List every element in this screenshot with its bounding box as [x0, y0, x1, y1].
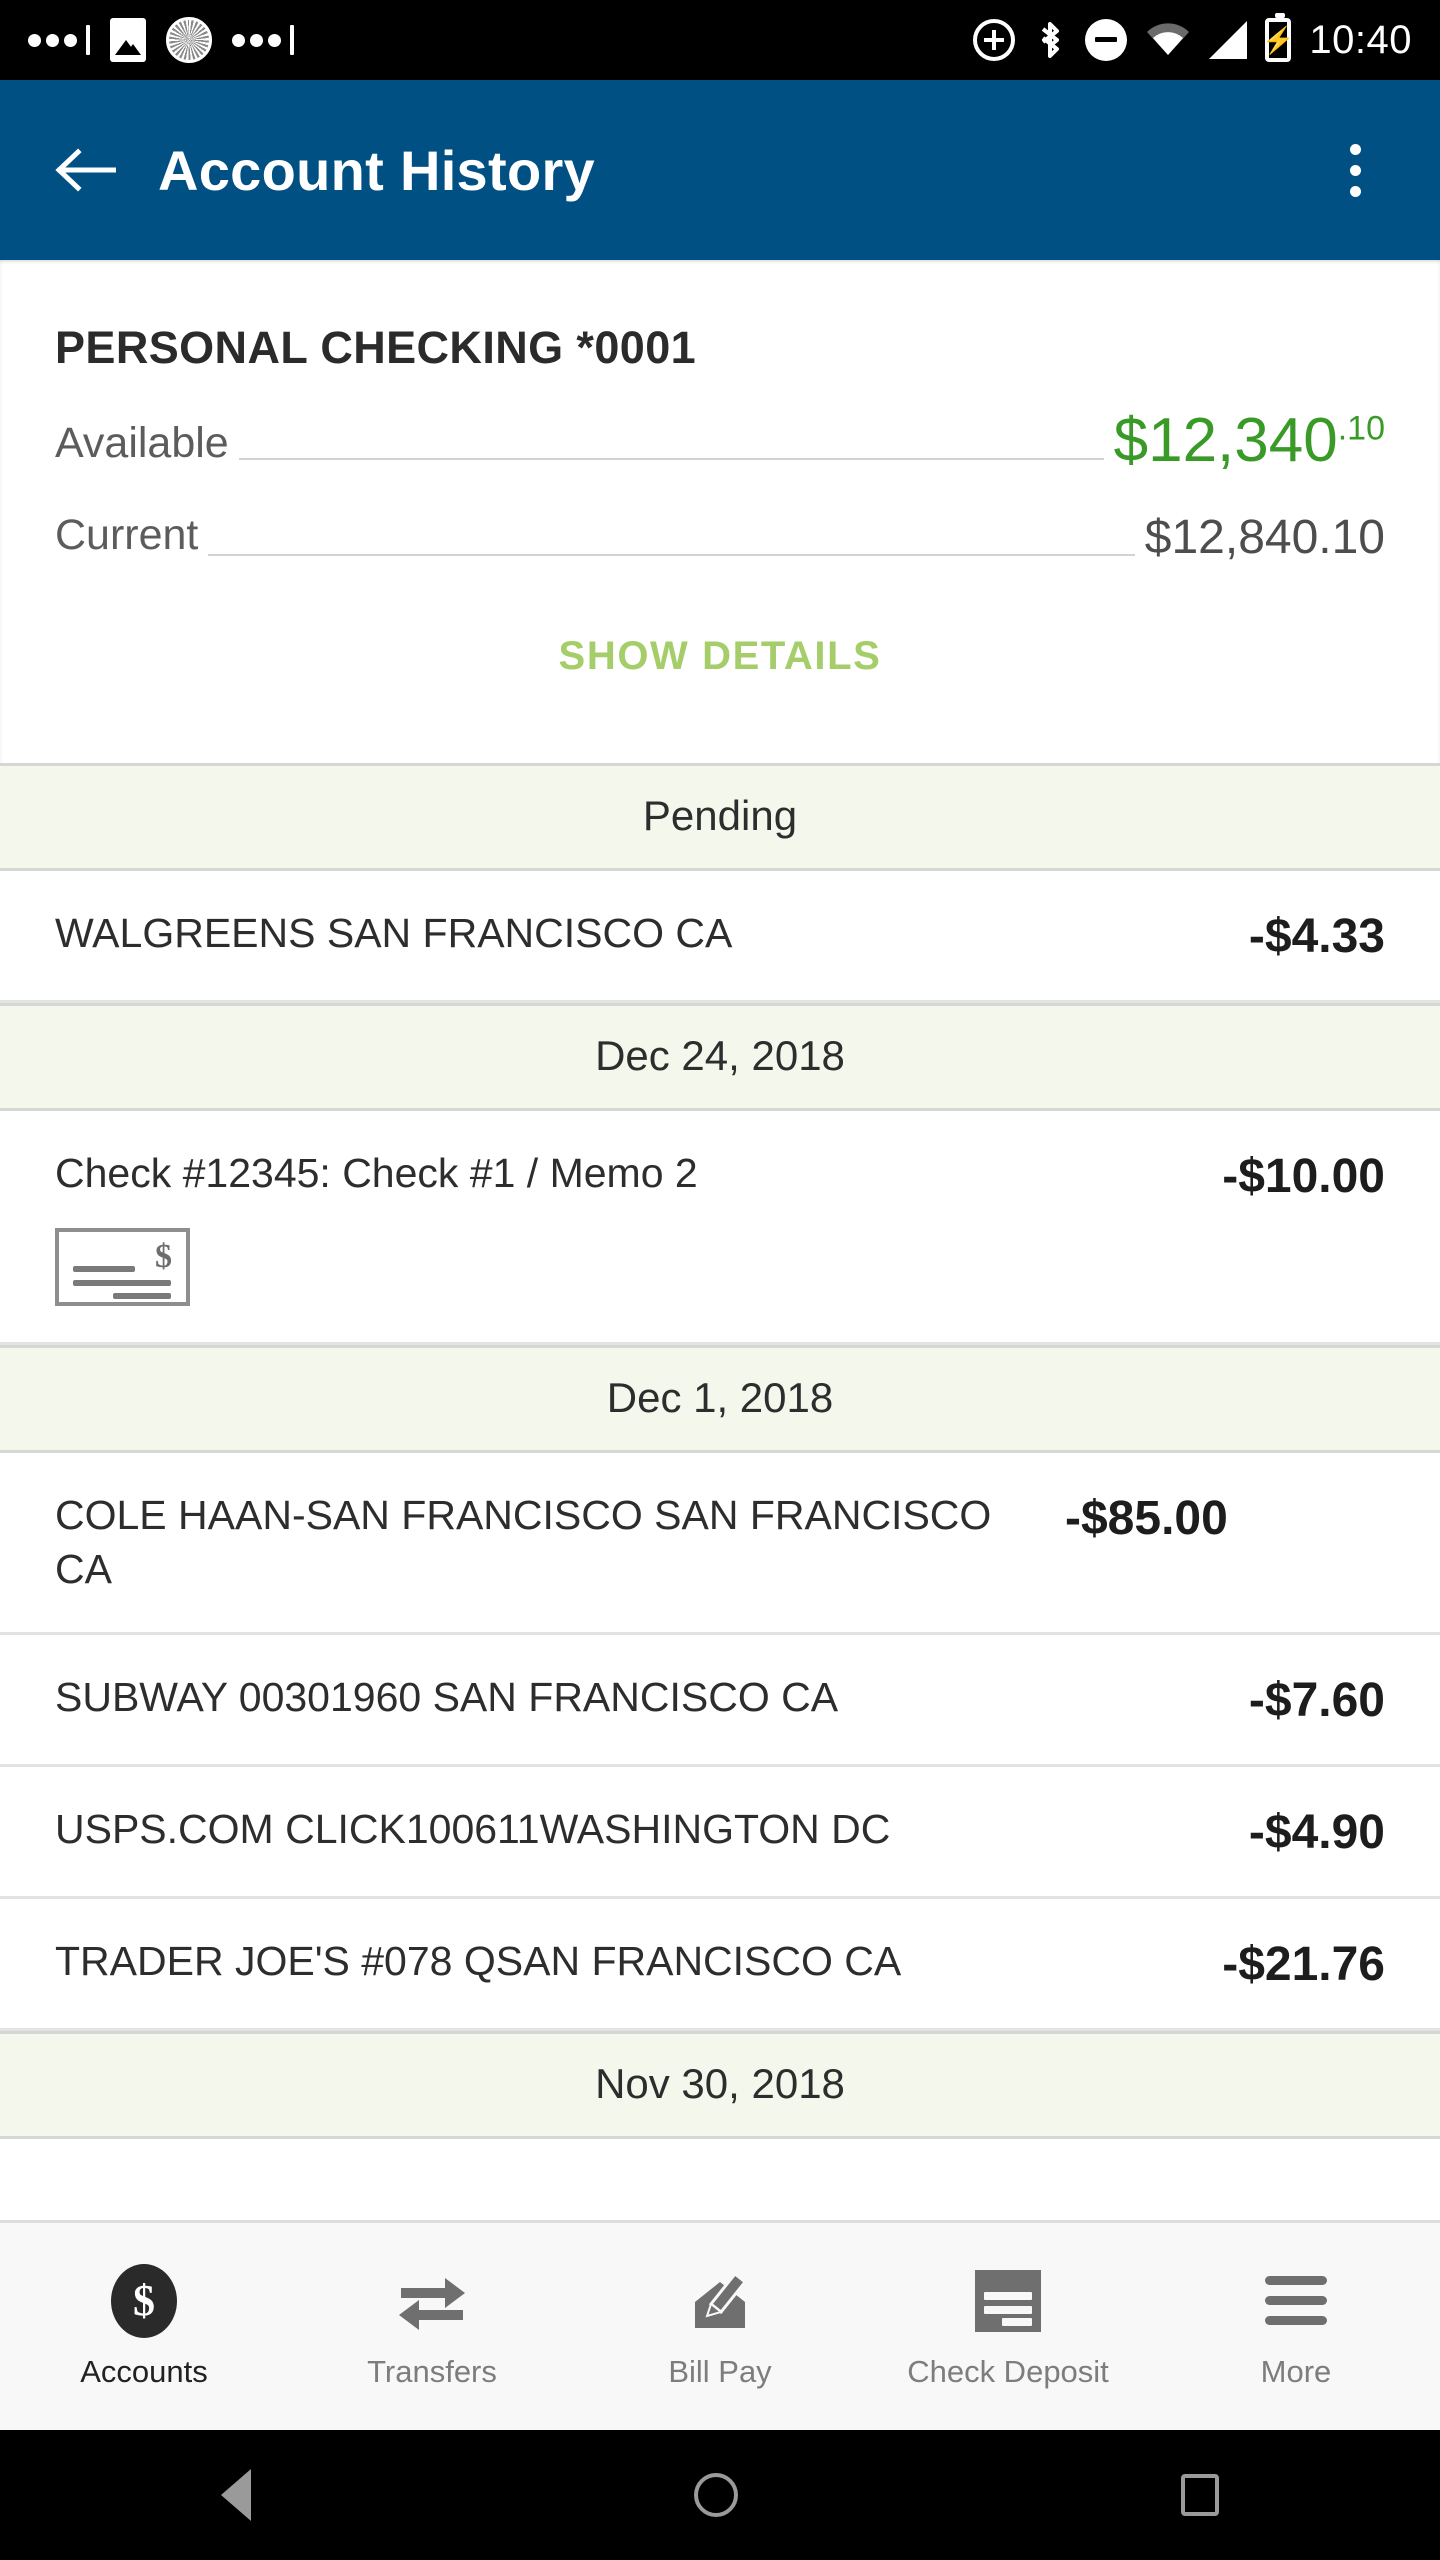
show-details-button[interactable]: SHOW DETAILS	[55, 568, 1385, 763]
tab-transfers[interactable]: Transfers	[288, 2223, 576, 2430]
nav-back-icon[interactable]	[221, 2469, 252, 2521]
transaction-amount: -$4.90	[1248, 1805, 1385, 1859]
bluetooth-icon	[1033, 18, 1067, 62]
transaction-description-text: Check #12345: Check #1 / Memo 2	[55, 1150, 698, 1196]
status-bar-clock: 10:40	[1309, 17, 1412, 62]
more-dots-icon-2	[232, 25, 294, 55]
status-bar-left	[28, 17, 294, 63]
transaction-list[interactable]: Pending WALGREENS SAN FRANCISCO CA -$4.3…	[0, 763, 1440, 2220]
transaction-amount: -$10.00	[1222, 1150, 1385, 1203]
table-row[interactable]: COLE HAAN-SAN FRANCISCO SAN FRANCISCO CA…	[0, 1453, 1440, 1635]
status-bar: ⚡ 10:40	[0, 0, 1440, 80]
available-balance-row: Available $12,340.10	[55, 384, 1385, 476]
section-header-dec24: Dec 24, 2018	[0, 1003, 1440, 1111]
bottom-tab-bar: $ Accounts Transfers Bill Pay Check Depo…	[0, 2220, 1440, 2430]
sync-spinner-icon	[166, 17, 212, 63]
tab-label: More	[1260, 2353, 1332, 2389]
leader-line	[238, 458, 1104, 460]
status-bar-right: ⚡ 10:40	[973, 13, 1412, 63]
transfer-arrows-icon	[393, 2264, 471, 2338]
overflow-menu-button[interactable]	[1320, 130, 1390, 210]
tab-label: Check Deposit	[907, 2353, 1109, 2389]
transaction-description: USPS.COM CLICK100611WASHINGTON DC	[55, 1805, 891, 1852]
tab-label: Accounts	[80, 2353, 208, 2389]
arrow-back-icon	[55, 148, 116, 192]
current-label: Current	[55, 511, 199, 559]
table-row[interactable]: WALGREENS SAN FRANCISCO CA -$4.33	[0, 871, 1440, 1003]
check-image-icon[interactable]: $	[55, 1228, 190, 1307]
transaction-amount: -$85.00	[1065, 1492, 1228, 1546]
account-name: PERSONAL CHECKING *0001	[55, 322, 697, 373]
tab-more[interactable]: More	[1152, 2223, 1440, 2430]
tab-label: Bill Pay	[668, 2353, 772, 2389]
available-amount-dollars: $12,340	[1113, 406, 1338, 475]
dollar-sign-glyph: $	[155, 1238, 172, 1276]
section-header-nov30: Nov 30, 2018	[0, 2030, 1440, 2139]
table-row[interactable]: TRADER JOE'S #078 QSAN FRANCISCO CA -$21…	[0, 1899, 1440, 2031]
add-circle-icon	[973, 19, 1016, 61]
cellular-signal-icon	[1209, 21, 1248, 59]
leader-line-2	[208, 554, 1135, 556]
section-header-dec1: Dec 1, 2018	[0, 1345, 1440, 1454]
available-amount: $12,340.10	[1114, 410, 1385, 476]
android-nav-bar	[0, 2430, 1440, 2560]
account-summary: PERSONAL CHECKING *0001 Available $12,34…	[0, 260, 1440, 763]
transaction-description: COLE HAAN-SAN FRANCISCO SAN FRANCISCO CA	[55, 1492, 992, 1592]
photo-icon	[110, 18, 146, 62]
transaction-description: TRADER JOE'S #078 QSAN FRANCISCO CA	[55, 1937, 902, 1984]
battery-charging-icon: ⚡	[1262, 13, 1295, 62]
tab-check-deposit[interactable]: Check Deposit	[864, 2223, 1152, 2430]
table-row[interactable]: SUBWAY 00301960 SAN FRANCISCO CA -$7.60	[0, 1635, 1440, 1767]
wifi-icon	[1145, 23, 1191, 57]
tab-accounts[interactable]: $ Accounts	[0, 2223, 288, 2430]
envelope-pen-icon	[681, 2264, 759, 2338]
phone-screen: ⚡ 10:40 Account History PERSONAL CHECKIN…	[0, 0, 1440, 2560]
do-not-disturb-icon	[1085, 19, 1128, 61]
transaction-description: Check #12345: Check #1 / Memo 2 $	[55, 1147, 1222, 1307]
available-amount-cents: .10	[1337, 409, 1385, 448]
back-button[interactable]	[50, 135, 120, 205]
transaction-amount: -$4.33	[1248, 910, 1385, 963]
hamburger-menu-icon	[1265, 2264, 1327, 2338]
app-bar: Account History	[0, 80, 1440, 260]
tab-bill-pay[interactable]: Bill Pay	[576, 2223, 864, 2430]
nav-home-icon[interactable]	[693, 2473, 738, 2517]
transaction-description: SUBWAY 00301960 SAN FRANCISCO CA	[55, 1673, 839, 1720]
current-amount: $12,840.10	[1144, 511, 1385, 564]
available-label: Available	[55, 419, 229, 467]
table-row[interactable]: USPS.COM CLICK100611WASHINGTON DC -$4.90	[0, 1767, 1440, 1899]
page-title: Account History	[158, 138, 595, 202]
nav-recents-icon[interactable]	[1180, 2474, 1219, 2516]
transaction-amount: -$21.76	[1222, 1937, 1385, 1991]
dollar-coin-icon: $	[111, 2263, 177, 2338]
check-deposit-icon	[975, 2264, 1041, 2338]
table-row[interactable]: Check #12345: Check #1 / Memo 2 $ -$10.0…	[0, 1111, 1440, 1346]
tab-label: Transfers	[367, 2353, 497, 2389]
section-header-pending: Pending	[0, 763, 1440, 871]
transaction-description: WALGREENS SAN FRANCISCO CA	[55, 910, 733, 956]
more-dots-icon	[28, 25, 90, 55]
transaction-amount: -$7.60	[1248, 1673, 1385, 1727]
current-balance-row: Current $12,840.10	[55, 476, 1385, 568]
